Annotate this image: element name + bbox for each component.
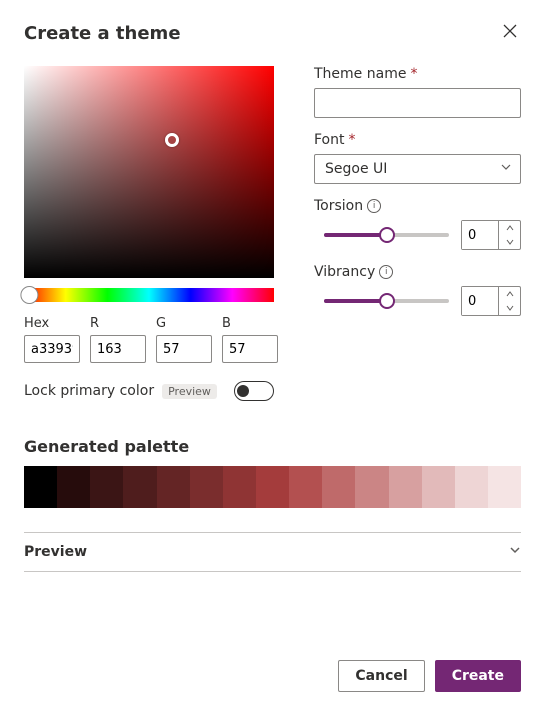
palette-swatch (256, 466, 289, 508)
toggle-knob (237, 385, 249, 397)
dialog-title: Create a theme (24, 23, 181, 44)
theme-name-label: Theme name* (314, 66, 521, 82)
generated-palette-title: Generated palette (24, 437, 521, 456)
palette-swatch (488, 466, 521, 508)
close-button[interactable] (499, 20, 521, 46)
b-input[interactable] (222, 335, 278, 363)
preview-label: Preview (24, 544, 87, 560)
torsion-slider[interactable] (324, 225, 449, 245)
palette-swatch (223, 466, 256, 508)
theme-name-input[interactable] (314, 88, 521, 118)
palette-swatch (123, 466, 156, 508)
required-marker: * (410, 66, 417, 82)
vibrancy-label: Vibrancy i (314, 264, 521, 280)
lock-primary-row: Lock primary color Preview (24, 381, 274, 401)
preview-badge: Preview (162, 384, 217, 399)
lock-primary-label: Lock primary color (24, 383, 154, 399)
palette-swatch (389, 466, 422, 508)
palette-swatch (455, 466, 488, 508)
color-picker: Hex R G B Lock primary color Prev (24, 66, 274, 401)
hex-label: Hex (24, 316, 80, 331)
font-select[interactable]: Segoe UI (314, 154, 521, 184)
vibrancy-slider[interactable] (324, 291, 449, 311)
r-label: R (90, 316, 146, 331)
preview-expander[interactable]: Preview (24, 532, 521, 572)
palette-swatch (57, 466, 90, 508)
main-content: Hex R G B Lock primary color Prev (24, 66, 521, 401)
dialog-header: Create a theme (24, 20, 521, 46)
info-icon[interactable]: i (379, 265, 393, 279)
palette-swatch (90, 466, 123, 508)
vibrancy-value-input[interactable] (462, 287, 498, 315)
chevron-down-icon (500, 161, 512, 177)
vibrancy-increment[interactable] (499, 287, 520, 301)
lock-primary-toggle[interactable] (234, 381, 274, 401)
generated-palette (24, 466, 521, 508)
palette-swatch (190, 466, 223, 508)
palette-swatch (157, 466, 190, 508)
font-label: Font* (314, 132, 521, 148)
torsion-label: Torsion i (314, 198, 521, 214)
palette-swatch (355, 466, 388, 508)
vibrancy-decrement[interactable] (499, 301, 520, 315)
close-icon (503, 24, 517, 38)
create-theme-dialog: Create a theme Hex R (0, 0, 545, 716)
palette-swatch (289, 466, 322, 508)
g-input[interactable] (156, 335, 212, 363)
torsion-slider-thumb[interactable] (379, 227, 395, 243)
chevron-down-icon (509, 544, 521, 560)
torsion-decrement[interactable] (499, 235, 520, 249)
required-marker: * (348, 132, 355, 148)
saturation-value-area[interactable] (24, 66, 274, 278)
saturation-value-handle[interactable] (165, 133, 179, 147)
torsion-value-input[interactable] (462, 221, 498, 249)
b-label: B (222, 316, 278, 331)
color-input-row: Hex R G B (24, 316, 274, 363)
palette-swatch (24, 466, 57, 508)
torsion-spinbutton[interactable] (461, 220, 521, 250)
theme-form: Theme name* Font* Segoe UI Torsion i (314, 66, 521, 401)
torsion-increment[interactable] (499, 221, 520, 235)
cancel-button[interactable]: Cancel (338, 660, 424, 692)
hex-input[interactable] (24, 335, 80, 363)
dialog-footer: Cancel Create (338, 660, 521, 692)
info-icon[interactable]: i (367, 199, 381, 213)
font-selected-value: Segoe UI (325, 161, 387, 177)
vibrancy-spinbutton[interactable] (461, 286, 521, 316)
hue-slider[interactable] (24, 288, 274, 302)
palette-swatch (422, 466, 455, 508)
create-button[interactable]: Create (435, 660, 521, 692)
g-label: G (156, 316, 212, 331)
palette-swatch (322, 466, 355, 508)
vibrancy-slider-thumb[interactable] (379, 293, 395, 309)
r-input[interactable] (90, 335, 146, 363)
hue-slider-handle[interactable] (20, 286, 38, 304)
